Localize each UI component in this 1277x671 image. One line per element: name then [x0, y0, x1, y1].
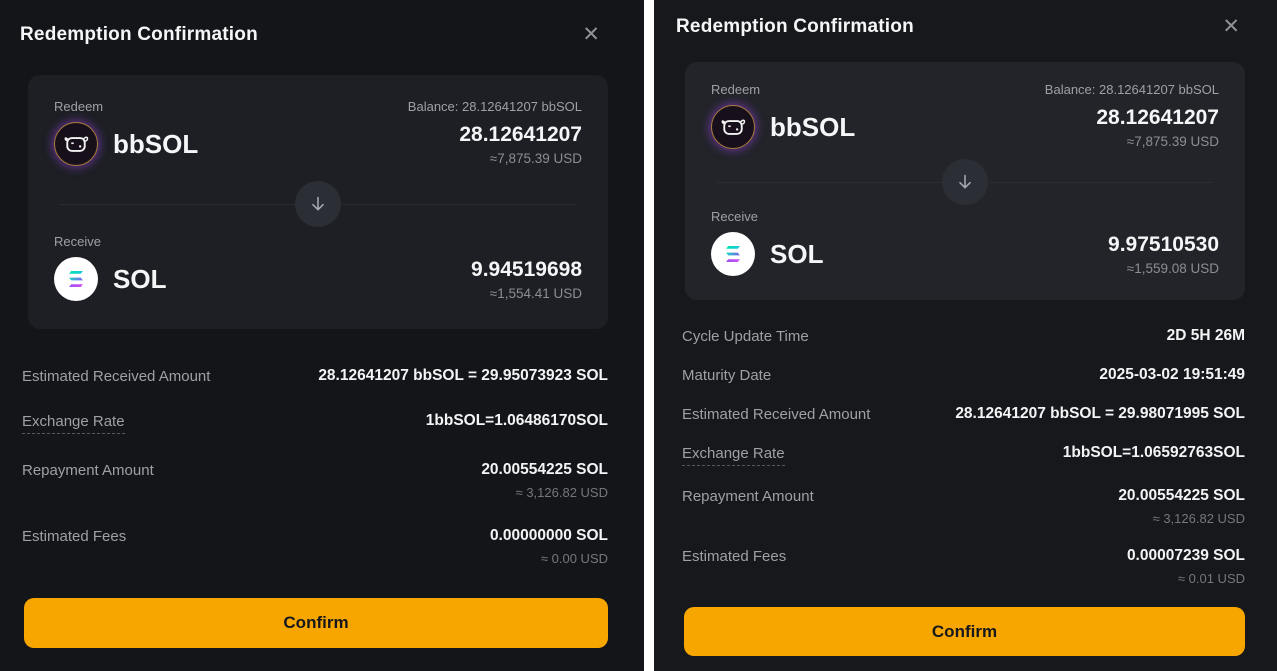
row-value: 2D 5H 26M [1167, 327, 1245, 345]
row-label: Estimated Received Amount [682, 405, 870, 423]
receive-token-row: SOL 9.94519698 ≈1,554.41 USD [54, 257, 582, 301]
redeem-token-name: bbSOL [113, 129, 198, 160]
detail-row-repayment: Repayment Amount 20.00554225 SOL ≈ 3,126… [22, 461, 608, 500]
redeem-label: Redeem [54, 99, 103, 114]
arrow-down-icon [295, 181, 341, 227]
confirm-button[interactable]: Confirm [24, 598, 608, 648]
details-list: Cycle Update Time 2D 5H 26M Maturity Dat… [682, 327, 1245, 607]
row-value-usd: ≈ 3,126.82 USD [516, 485, 608, 500]
redeem-token-row: bbSOL 28.12641207 ≈7,875.39 USD [711, 105, 1219, 149]
row-label: Repayment Amount [682, 487, 814, 505]
row-value-usd: ≈ 0.01 USD [1178, 571, 1245, 586]
receive-label: Receive [54, 234, 101, 249]
receive-label: Receive [711, 209, 758, 224]
redeem-amount: 28.12641207 [1096, 106, 1219, 130]
solana-token-icon [54, 257, 98, 301]
row-value: 28.12641207 bbSOL = 29.95073923 SOL [318, 367, 608, 385]
confirm-button[interactable]: Confirm [684, 607, 1245, 656]
exchange-rate-label[interactable]: Exchange Rate [682, 444, 785, 466]
receive-amount: 9.94519698 [471, 258, 582, 282]
receive-amount-usd: ≈1,559.08 USD [1127, 261, 1219, 276]
receive-amount: 9.97510530 [1108, 233, 1219, 257]
redemption-confirmation-modal-right: Redemption Confirmation ✕ Redeem Balance… [654, 0, 1277, 671]
solana-token-icon [711, 232, 755, 276]
balance-label: Balance: 28.12641207 bbSOL [408, 99, 582, 114]
details-list: Estimated Received Amount 28.12641207 bb… [22, 367, 608, 593]
row-value-usd: ≈ 3,126.82 USD [1153, 511, 1245, 526]
receive-token-name: SOL [770, 239, 823, 270]
modal-header: Redemption Confirmation ✕ [654, 0, 1277, 38]
redeem-amount-usd: ≈7,875.39 USD [1127, 134, 1219, 149]
bbsol-token-icon [54, 122, 98, 166]
row-label: Repayment Amount [22, 461, 154, 479]
close-icon[interactable]: ✕ [1222, 16, 1240, 37]
detail-row-maturity-date: Maturity Date 2025-03-02 19:51:49 [682, 366, 1245, 384]
row-label: Maturity Date [682, 366, 771, 384]
row-value: 2025-03-02 19:51:49 [1099, 366, 1245, 384]
detail-row-estimated-received: Estimated Received Amount 28.12641207 bb… [682, 405, 1245, 423]
modal-title: Redemption Confirmation [20, 24, 258, 46]
modal-header: Redemption Confirmation ✕ [0, 0, 644, 46]
receive-token-row: SOL 9.97510530 ≈1,559.08 USD [711, 232, 1219, 276]
row-label: Estimated Fees [682, 547, 786, 565]
modal-title: Redemption Confirmation [676, 16, 914, 38]
close-icon[interactable]: ✕ [582, 24, 600, 45]
row-value-usd: ≈ 0.00 USD [541, 551, 608, 566]
detail-row-cycle-update: Cycle Update Time 2D 5H 26M [682, 327, 1245, 345]
redeem-amount-usd: ≈7,875.39 USD [490, 151, 582, 166]
receive-token-name: SOL [113, 264, 166, 295]
row-value: 28.12641207 bbSOL = 29.98071995 SOL [955, 405, 1245, 423]
row-value: 0.00007239 SOL [1127, 547, 1245, 565]
swap-summary-card: Redeem Balance: 28.12641207 bbSOL bbSOL … [685, 62, 1245, 300]
detail-row-fees: Estimated Fees 0.00007239 SOL ≈ 0.01 USD [682, 547, 1245, 586]
receive-amount-usd: ≈1,554.41 USD [490, 286, 582, 301]
redeem-token-name: bbSOL [770, 112, 855, 143]
row-value: 20.00554225 SOL [1118, 487, 1245, 505]
detail-row-repayment: Repayment Amount 20.00554225 SOL ≈ 3,126… [682, 487, 1245, 526]
row-value: 20.00554225 SOL [481, 461, 608, 479]
balance-label: Balance: 28.12641207 bbSOL [1045, 82, 1219, 97]
row-value: 1bbSOL=1.06592763SOL [1063, 444, 1245, 462]
exchange-rate-label[interactable]: Exchange Rate [22, 412, 125, 434]
redeem-amount: 28.12641207 [459, 123, 582, 147]
row-label: Estimated Fees [22, 527, 126, 545]
bbsol-token-icon [711, 105, 755, 149]
row-value: 1bbSOL=1.06486170SOL [426, 412, 608, 430]
redeem-label: Redeem [711, 82, 760, 97]
redemption-confirmation-modal-left: Redemption Confirmation ✕ Redeem Balance… [0, 0, 644, 671]
redeem-token-row: bbSOL 28.12641207 ≈7,875.39 USD [54, 122, 582, 166]
detail-row-exchange-rate: Exchange Rate 1bbSOL=1.06486170SOL [22, 412, 608, 434]
swap-summary-card: Redeem Balance: 28.12641207 bbSOL bbSOL … [28, 75, 608, 329]
swap-direction-divider [54, 181, 582, 227]
detail-row-exchange-rate: Exchange Rate 1bbSOL=1.06592763SOL [682, 444, 1245, 466]
detail-row-fees: Estimated Fees 0.00000000 SOL ≈ 0.00 USD [22, 527, 608, 566]
arrow-down-icon [942, 159, 988, 205]
swap-direction-divider [711, 159, 1219, 205]
row-value: 0.00000000 SOL [490, 527, 608, 545]
row-label: Estimated Received Amount [22, 367, 210, 385]
row-label: Cycle Update Time [682, 327, 809, 345]
detail-row-estimated-received: Estimated Received Amount 28.12641207 bb… [22, 367, 608, 385]
